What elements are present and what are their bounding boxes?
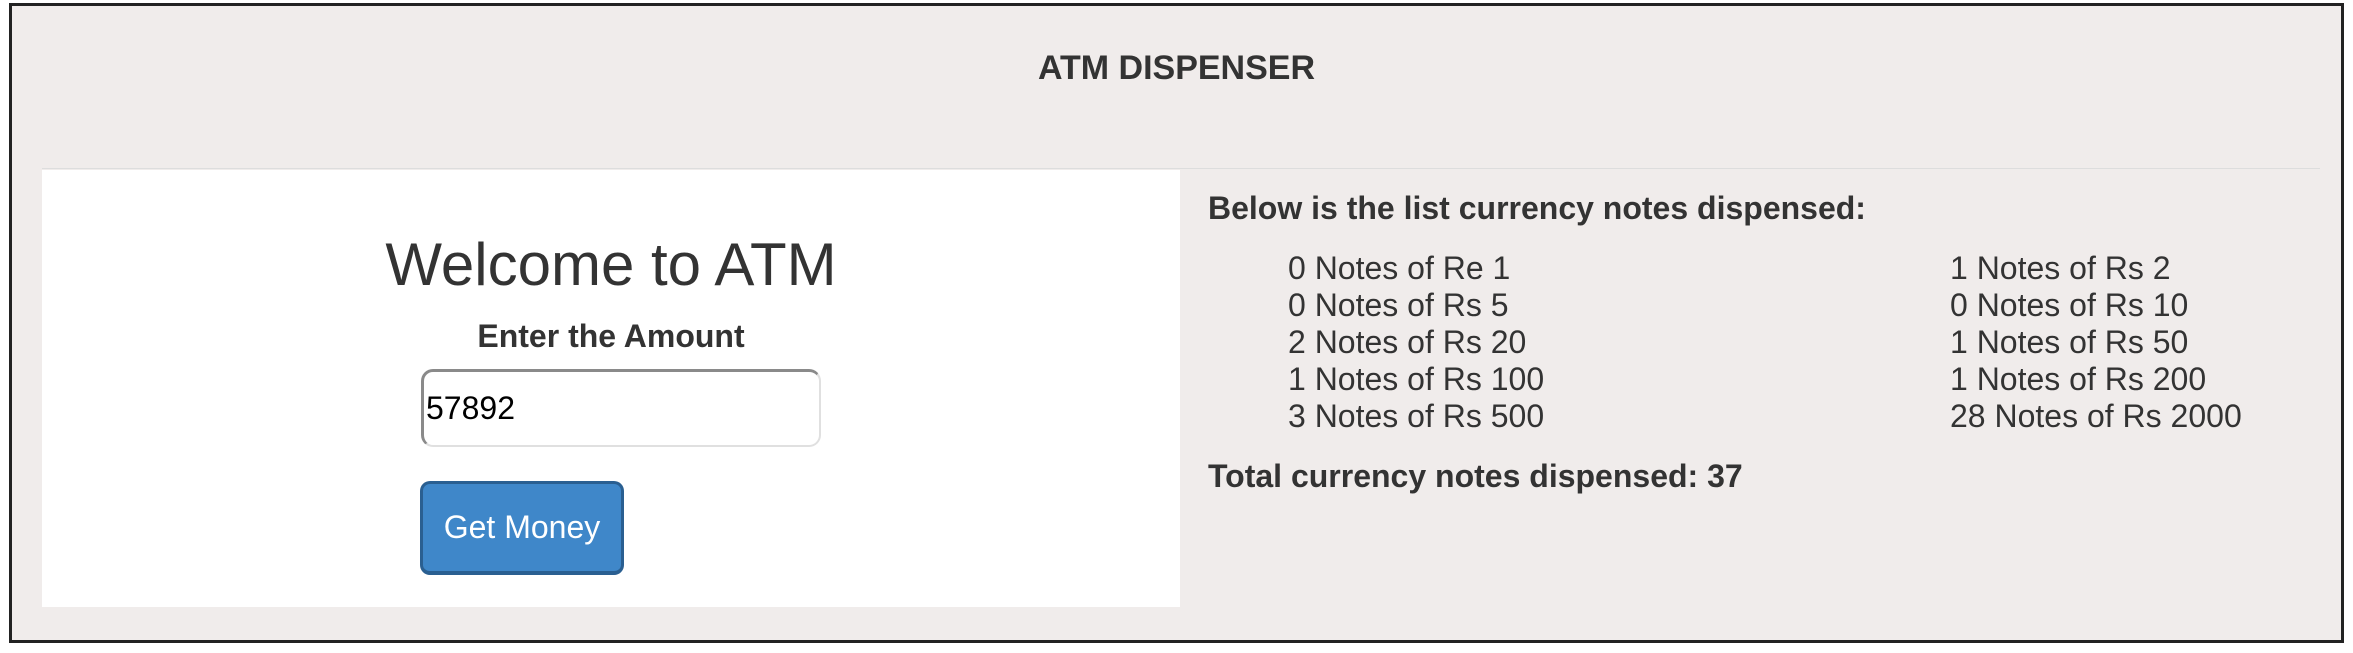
header-divider xyxy=(42,168,2320,169)
atm-form-panel: Welcome to ATM Enter the Amount Get Mone… xyxy=(42,170,1180,607)
note-item: 2 Notes of Rs 20 xyxy=(1288,324,1527,360)
note-item: 0 Notes of Rs 10 xyxy=(1950,287,2189,323)
get-money-button[interactable]: Get Money xyxy=(420,481,624,575)
note-item: 1 Notes of Rs 100 xyxy=(1288,361,1545,397)
amount-label: Enter the Amount xyxy=(477,318,745,354)
note-item: 0 Notes of Rs 5 xyxy=(1288,287,1509,323)
results-heading: Below is the list currency notes dispens… xyxy=(1208,190,1866,226)
note-item: 28 Notes of Rs 2000 xyxy=(1950,398,2242,434)
note-item: 1 Notes of Rs 200 xyxy=(1950,361,2207,397)
note-item: 0 Notes of Re 1 xyxy=(1288,250,1511,286)
welcome-heading: Welcome to ATM xyxy=(385,231,837,298)
total-notes-dispensed: Total currency notes dispensed: 37 xyxy=(1208,458,1743,494)
note-item: 1 Notes of Rs 50 xyxy=(1950,324,2189,360)
dispensed-results: Below is the list currency notes dispens… xyxy=(1208,188,2308,494)
page-title: ATM DISPENSER xyxy=(1037,49,1316,87)
note-item: 3 Notes of Rs 500 xyxy=(1288,398,1545,434)
atm-dispenser-frame: ATM DISPENSER Welcome to ATM Enter the A… xyxy=(9,3,2344,643)
amount-input[interactable] xyxy=(421,369,821,447)
note-item: 1 Notes of Rs 2 xyxy=(1950,250,2171,286)
